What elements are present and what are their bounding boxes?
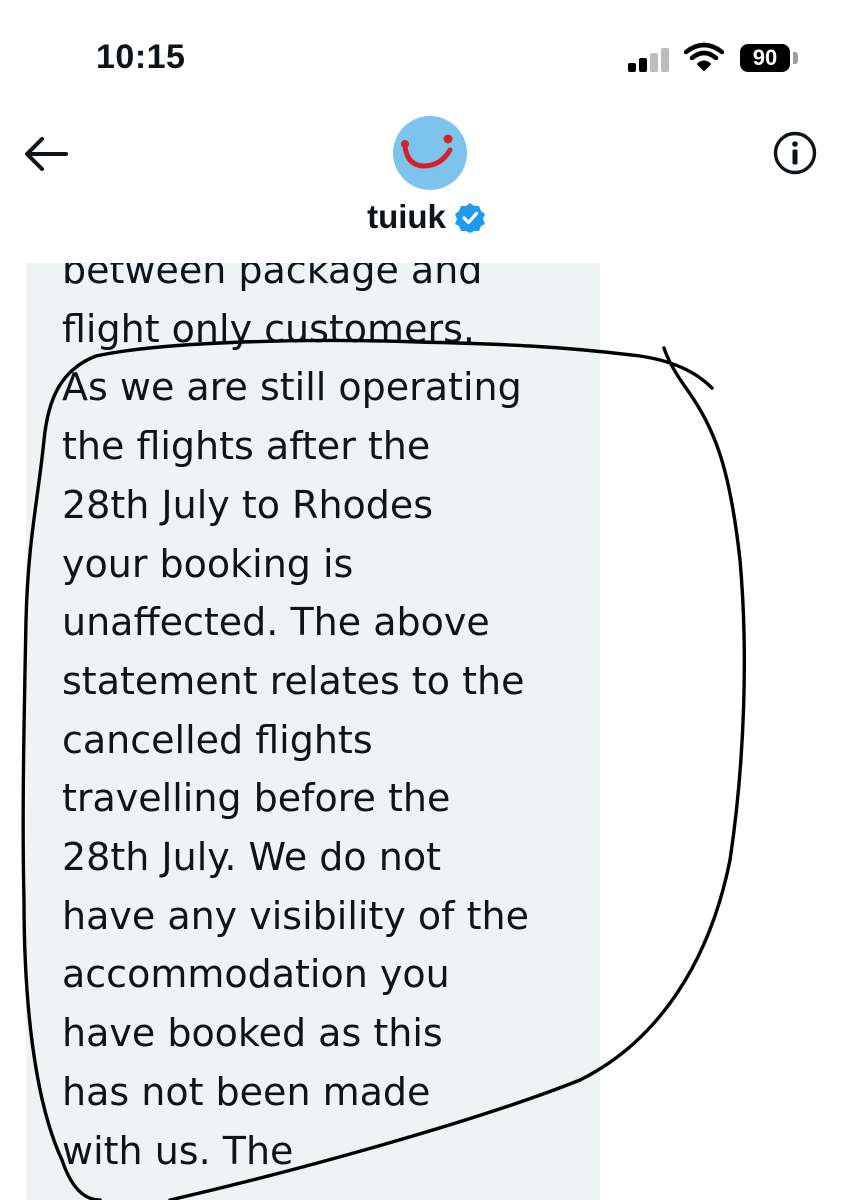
avatar[interactable]	[393, 116, 467, 190]
tui-logo-icon	[401, 134, 453, 169]
info-icon[interactable]	[772, 130, 818, 176]
message-line: As we are still operating	[62, 365, 522, 410]
battery-tip	[793, 52, 798, 64]
message-line: with us. The	[62, 1128, 294, 1173]
message-bubble[interactable]: between package and flight only customer…	[26, 263, 600, 1200]
message-line: statement relates to the	[62, 658, 525, 703]
status-time: 10:15	[96, 38, 186, 76]
message-line: cancelled flights	[62, 717, 373, 762]
message-line: has not been made	[62, 1069, 431, 1114]
cellular-signal-icon	[628, 48, 672, 72]
message-text: between package and flight only customer…	[62, 263, 582, 1180]
message-line: between package and	[62, 263, 483, 292]
profile-handle-row[interactable]: tuiuk	[0, 198, 859, 236]
message-line: have booked as this	[62, 1011, 443, 1056]
message-line: unaffected. The above	[62, 600, 490, 645]
message-line: flight only customers.	[62, 306, 475, 351]
verified-badge-icon	[454, 203, 485, 233]
wifi-icon	[684, 42, 724, 71]
profile-handle: tuiuk	[367, 198, 446, 235]
message-line: your booking is	[62, 541, 354, 586]
message-line: 28th July to Rhodes	[62, 482, 434, 527]
message-line: 28th July. We do not	[62, 835, 441, 880]
message-line: accommodation you	[62, 952, 450, 997]
back-arrow-icon[interactable]	[22, 134, 70, 174]
battery-indicator: 90	[740, 44, 790, 72]
message-line: have any visibility of the	[62, 893, 529, 938]
conversation-header: tuiuk	[0, 100, 859, 263]
status-bar: 10:15 90	[0, 0, 859, 100]
message-line: travelling before the	[62, 776, 451, 821]
message-line: the flights after the	[62, 424, 431, 469]
